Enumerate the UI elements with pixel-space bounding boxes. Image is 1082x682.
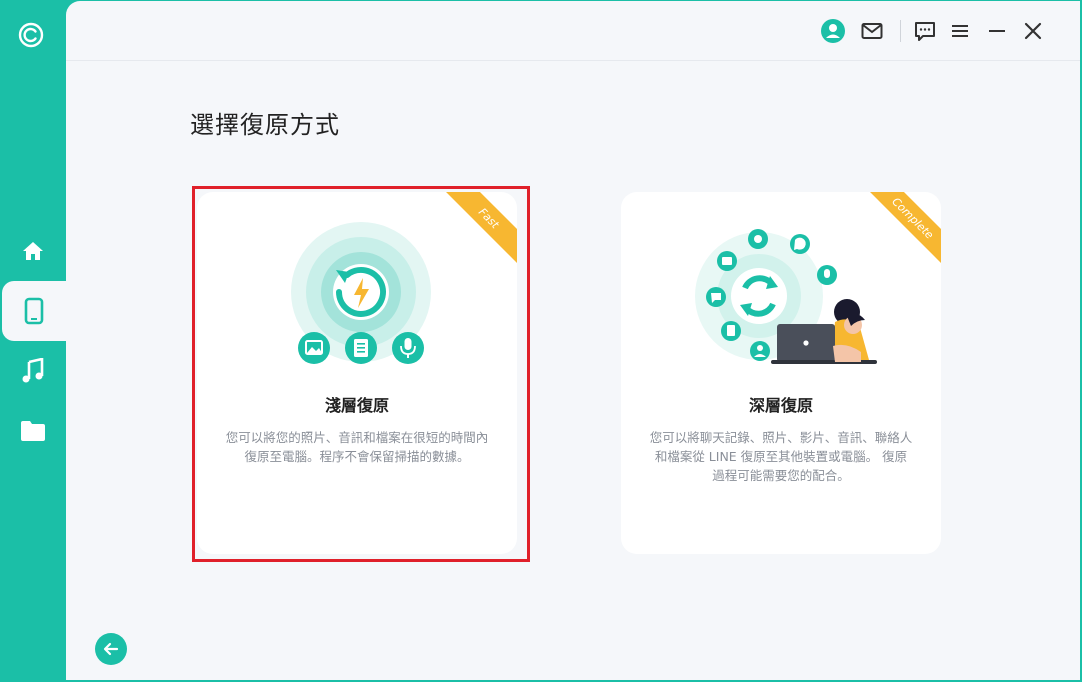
titlebar-divider [900,20,901,42]
sidebar-item-music[interactable] [0,341,66,401]
music-icon [22,358,44,383]
app-window: 選擇復原方式 Fast 淺層復原 您可以將您的照片、音訊和檔案在很短的時間內復原… [0,0,1082,682]
title-bar [66,1,1080,61]
user-avatar-icon[interactable] [820,18,846,44]
mail-icon[interactable] [859,18,885,44]
sidebar [0,0,66,682]
page-title: 選擇復原方式 [190,111,340,139]
quick-recovery-title: 淺層復原 [324,396,389,415]
menu-icon[interactable] [947,18,973,44]
quick-recovery-card[interactable]: Fast 淺層復原 您可以將您的照片、音訊和檔案在很短的時間內復原至電腦。程序不… [197,192,517,554]
quick-recovery-illustration [291,222,431,364]
arrow-left-icon [103,642,119,656]
quick-recovery-description: 您可以將您的照片、音訊和檔案在很短的時間內復原至電腦。程序不會保留掃描的數據。 [225,430,489,464]
deep-recovery-illustration [695,229,877,364]
feedback-icon[interactable] [912,18,938,44]
deep-recovery-card[interactable]: Complete 深層復原 您可以將聊天記錄、照片、影片、音訊、聯絡人和檔案從 … [621,192,941,554]
main-panel: 選擇復原方式 Fast 淺層復原 您可以將您的照片、音訊和檔案在很短的時間內復原… [66,1,1080,680]
deep-recovery-title: 深層復原 [748,396,813,415]
close-icon[interactable] [1020,18,1046,44]
document-icon [345,332,377,364]
back-button[interactable] [95,633,127,665]
deep-recovery-description: 您可以將聊天記錄、照片、影片、音訊、聯絡人和檔案從 LINE 復原至其他裝置或電… [649,430,913,483]
microphone-icon [392,332,424,364]
phone-icon [24,297,44,325]
minimize-icon[interactable] [984,18,1010,44]
sidebar-item-home[interactable] [0,221,66,281]
sidebar-item-files[interactable] [0,401,66,461]
home-icon [23,242,43,260]
image-icon [298,332,330,364]
folder-icon [21,421,45,441]
sidebar-item-device[interactable] [2,281,66,341]
app-logo-icon [15,19,47,51]
